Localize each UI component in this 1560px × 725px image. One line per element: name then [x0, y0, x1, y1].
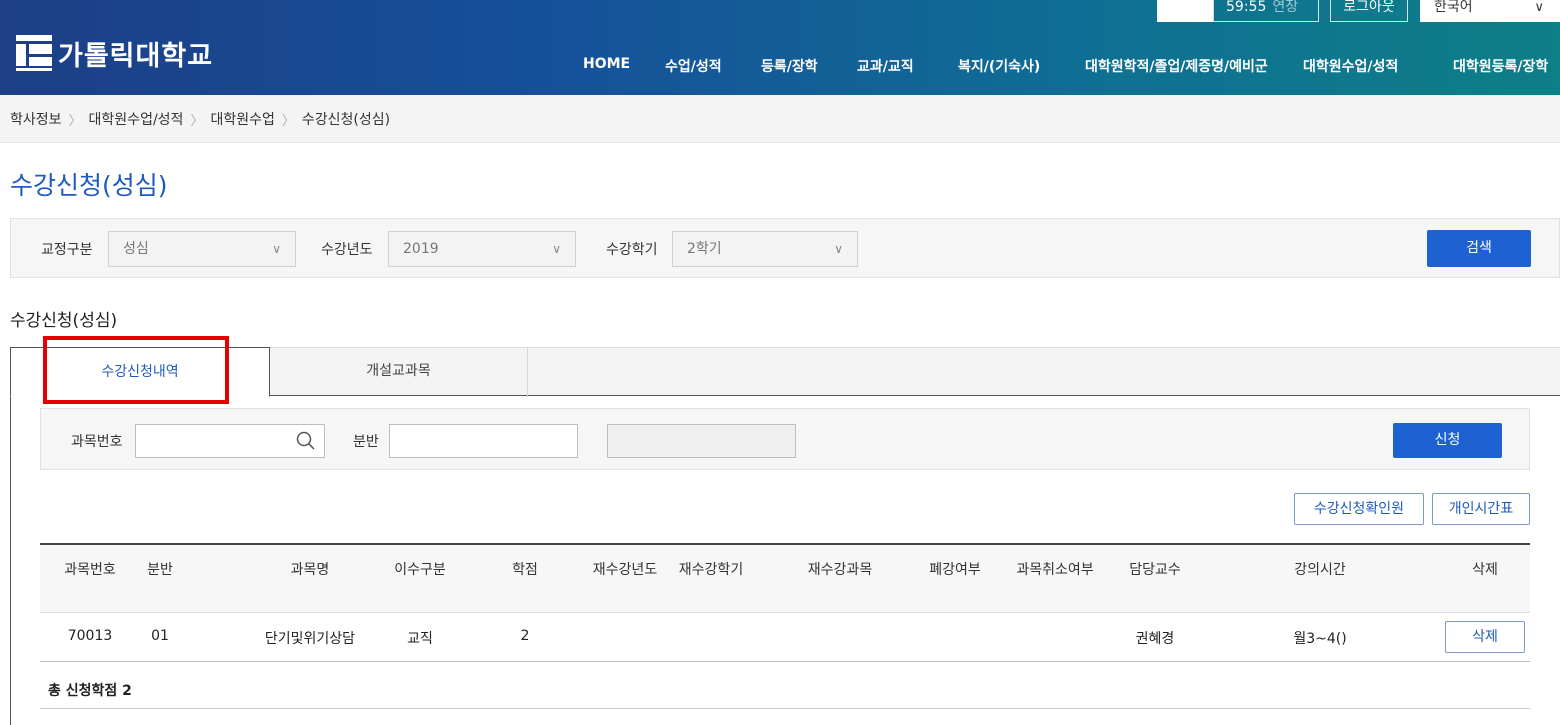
campus-select[interactable]: 성심 ∨	[108, 231, 296, 267]
chevron-down-icon: ∨	[834, 242, 843, 256]
breadcrumb: 학사정보 〉 대학원수업/성적 〉 대학원수업 〉 수강신청(성심)	[10, 109, 390, 129]
column-header: 재수강학기	[678, 562, 744, 578]
section-label: 분반	[353, 434, 379, 450]
campus-label: 교정구분	[41, 242, 93, 258]
section-title: 수강신청(성심)	[10, 311, 118, 331]
breadcrumb-item[interactable]: 대학원수업/성적	[89, 109, 184, 129]
breadcrumb-item[interactable]: 학사정보	[10, 109, 62, 129]
confirm-certificate-button[interactable]: 수강신청확인원	[1294, 493, 1424, 525]
language-value: 한국어	[1434, 0, 1473, 15]
cell-section: 01	[151, 628, 169, 644]
year-value: 2019	[403, 241, 439, 257]
nav-grad-registration[interactable]: 대학원등록/장학	[1453, 56, 1548, 76]
course-no-label: 과목번호	[71, 434, 123, 450]
chevron-down-icon: ∨	[552, 242, 561, 256]
year-select[interactable]: 2019 ∨	[388, 231, 576, 267]
term-value: 2학기	[687, 241, 722, 257]
page-title: 수강신청(성심)	[10, 171, 168, 200]
course-no-input[interactable]	[135, 424, 325, 458]
column-header: 강의시간	[1294, 562, 1346, 578]
breadcrumb-item[interactable]: 대학원수업	[210, 109, 274, 129]
table-row: 70013 01 단기및위기상담 교직 2 권혜경 월3~4() 삭제	[40, 613, 1530, 662]
global-nav: HOME 수업/성적 등록/장학 교과/교직 복지/(기숙사) 대학원학적/졸업…	[0, 56, 1560, 78]
logout-button[interactable]: 로그아웃	[1330, 0, 1408, 22]
campus-value: 성심	[123, 241, 149, 257]
cell-category: 교직	[407, 631, 433, 647]
column-header: 폐강여부	[929, 562, 981, 578]
breadcrumb-item[interactable]: 수강신청(성심)	[302, 109, 390, 129]
chevron-right-icon: 〉	[281, 113, 295, 129]
nav-welfare[interactable]: 복지/(기숙사)	[958, 56, 1040, 76]
cell-title: 단기및위기상담	[264, 631, 356, 647]
cell-course-no: 70013	[67, 628, 113, 644]
personal-timetable-button[interactable]: 개인시간표	[1432, 493, 1530, 525]
column-header: 삭제	[1472, 562, 1498, 578]
apply-button[interactable]: 신청	[1393, 423, 1502, 458]
nav-class-grades[interactable]: 수업/성적	[665, 56, 722, 76]
year-label: 수강년도	[321, 242, 373, 258]
highlight-box	[43, 336, 229, 404]
column-header: 과목취소여부	[1016, 562, 1094, 578]
panel-border	[10, 396, 11, 725]
column-header: 재수강년도	[592, 562, 658, 578]
breadcrumb-bar: 학사정보 〉 대학원수업/성적 〉 대학원수업 〉 수강신청(성심)	[0, 95, 1560, 143]
table-header: 과목번호 분반 과목명 이수구분 학점 재수강년도 재수강학기 재수강과목 폐강…	[40, 545, 1530, 613]
nav-grad-records[interactable]: 대학원학적/졸업/제증명/예비군	[1085, 56, 1268, 76]
column-header: 재수강과목	[807, 562, 873, 578]
chevron-down-icon: ∨	[272, 242, 281, 256]
chevron-right-icon: 〉	[68, 113, 82, 129]
timer-blank	[1157, 0, 1213, 22]
nav-registration[interactable]: 등록/장학	[761, 56, 818, 76]
cell-credit: 2	[520, 628, 530, 644]
section-input[interactable]	[389, 424, 578, 458]
column-header: 담당교수	[1129, 562, 1181, 578]
top-header: 59:55 연장 로그아웃 한국어 ∨ 가톨릭대학교 HOME 수업/성적 등록/…	[0, 0, 1560, 95]
language-select[interactable]: 한국어 ∨	[1420, 0, 1560, 22]
nav-home[interactable]: HOME	[583, 56, 630, 72]
chevron-right-icon: 〉	[190, 113, 204, 129]
column-header: 과목번호	[64, 562, 116, 578]
tab-open-courses[interactable]: 개설교과목	[270, 347, 528, 397]
column-header: 학점	[512, 562, 538, 578]
term-select[interactable]: 2학기 ∨	[672, 231, 858, 267]
total-credits: 총 신청학점 2	[48, 683, 132, 699]
delete-button[interactable]: 삭제	[1445, 621, 1525, 653]
course-apply-filter: 과목번호 분반 신청	[40, 408, 1530, 470]
divider	[40, 708, 1530, 709]
timer-value: 59:55	[1226, 0, 1267, 15]
cell-time: 월3~4()	[1293, 631, 1347, 647]
session-timer: 59:55 연장	[1213, 0, 1319, 22]
extend-button[interactable]: 연장	[1272, 0, 1298, 15]
search-icon[interactable]	[296, 431, 316, 451]
cell-professor: 권혜경	[1135, 631, 1175, 647]
nav-curriculum[interactable]: 교과/교직	[857, 56, 914, 76]
search-button[interactable]: 검색	[1427, 230, 1531, 267]
term-label: 수강학기	[606, 242, 658, 258]
column-header: 분반	[147, 562, 173, 578]
search-filter: 교정구분 성심 ∨ 수강년도 2019 ∨ 수강학기 2학기 ∨ 검색	[10, 218, 1560, 278]
nav-grad-class[interactable]: 대학원수업/성적	[1303, 56, 1398, 76]
column-header: 과목명	[290, 562, 330, 578]
column-header: 이수구분	[394, 562, 446, 578]
course-name-display	[607, 424, 796, 458]
chevron-down-icon: ∨	[1534, 0, 1544, 15]
